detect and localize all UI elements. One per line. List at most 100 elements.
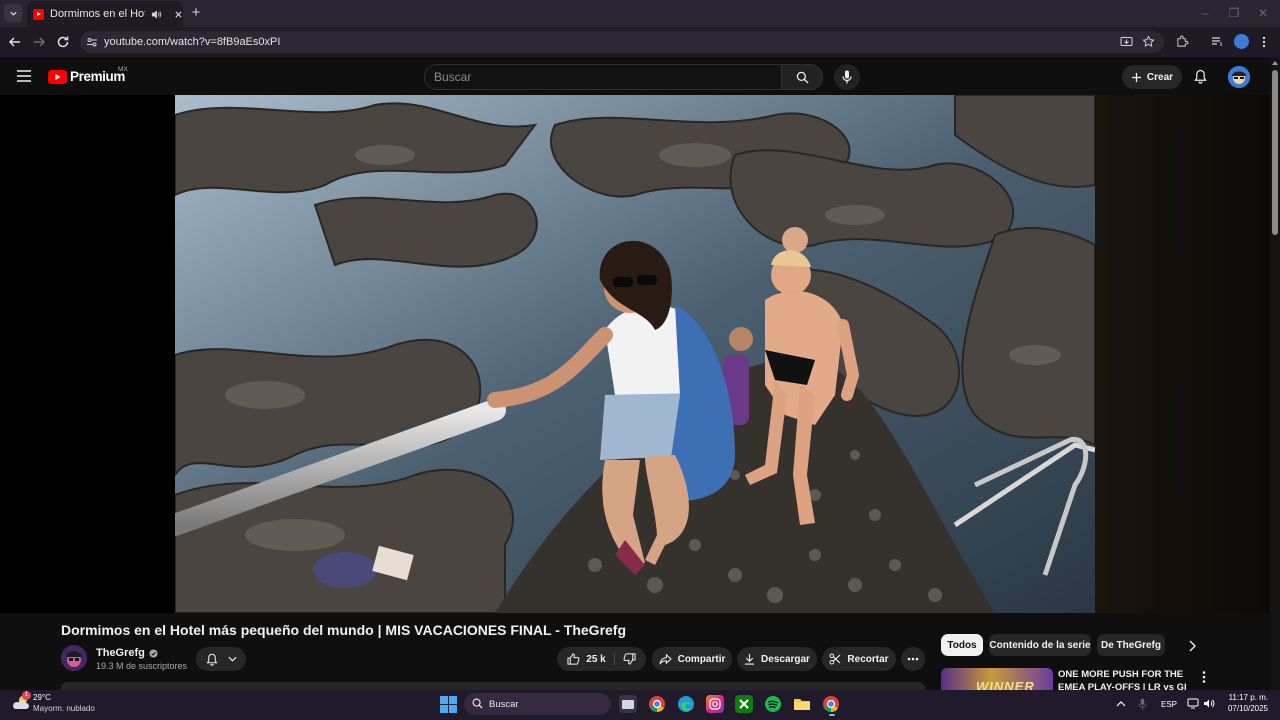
subscription-notifications-button[interactable] [196, 647, 246, 671]
extensions-puzzle-icon[interactable] [1176, 35, 1189, 48]
video-title: Dormimos en el Hotel más pequeño del mun… [61, 622, 627, 638]
file-explorer-icon[interactable] [793, 695, 811, 713]
search-icon [796, 71, 809, 84]
windows-start-icon[interactable] [440, 696, 457, 713]
more-vertical-icon[interactable] [1198, 670, 1210, 684]
back-arrow-icon[interactable] [7, 34, 23, 50]
youtube-premium-logo[interactable]: Premium [48, 69, 125, 84]
logo-text: Premium [70, 69, 125, 84]
share-button[interactable]: Compartir [652, 647, 732, 671]
chip-all[interactable]: Todos [941, 634, 983, 656]
active-app-indicator [829, 714, 835, 716]
bell-icon [206, 653, 217, 666]
url-text[interactable]: youtube.com/watch?v=8fB9aEs0xPI [104, 36, 280, 48]
dislike-button[interactable] [621, 653, 636, 665]
xbox-icon[interactable] [735, 695, 753, 713]
new-tab-button[interactable]: + [188, 5, 204, 21]
speaker-icon[interactable] [151, 9, 162, 20]
network-icon[interactable] [1187, 698, 1199, 709]
download-label: Descargar [761, 653, 810, 665]
clock-time[interactable]: 11:17 p. m. [1226, 693, 1268, 702]
show-hidden-icons-icon[interactable] [1116, 700, 1126, 707]
browser-menu-icon[interactable] [1262, 36, 1266, 48]
profile-avatar-icon[interactable] [1234, 34, 1249, 49]
install-app-icon[interactable] [1120, 36, 1133, 48]
plus-icon [1131, 72, 1142, 82]
media-controls-icon[interactable] [1211, 36, 1223, 47]
chip-series-content[interactable]: Contenido de la serie [989, 634, 1091, 656]
like-dislike-group: 25 k [557, 647, 646, 671]
tab-search-button[interactable] [4, 4, 22, 22]
microphone-icon [842, 70, 852, 84]
scroll-up-arrow-icon[interactable] [1271, 60, 1279, 66]
scrollbar-thumb[interactable] [1272, 70, 1278, 235]
input-language[interactable]: ESP [1161, 700, 1177, 709]
notifications-bell-icon[interactable] [1194, 69, 1207, 84]
more-actions-button[interactable] [901, 647, 925, 671]
share-arrow-icon [659, 653, 672, 664]
weather-description: Mayorm. nublado [33, 704, 95, 713]
search-button[interactable] [781, 64, 823, 90]
tab-title: Dormimos en el Hotel más pequeño del mun… [50, 8, 145, 20]
voice-search-button[interactable] [834, 64, 860, 90]
channel-avatar[interactable] [61, 645, 87, 671]
account-avatar-icon [1228, 66, 1250, 88]
browser-tab-active[interactable]: Dormimos en el Hotel más pequeño del mun… [27, 1, 183, 27]
forward-arrow-icon[interactable] [31, 34, 47, 50]
chevron-down-icon [9, 11, 17, 16]
clip-button[interactable]: Recortar [822, 647, 896, 671]
clip-label: Recortar [847, 653, 889, 665]
microphone-tray-icon[interactable] [1138, 698, 1147, 710]
search-input[interactable] [424, 64, 782, 90]
bookmark-star-icon[interactable] [1142, 35, 1155, 48]
site-info-icon[interactable] [86, 36, 98, 48]
taskbar-search-box[interactable] [464, 693, 611, 715]
thumbs-up-icon [567, 653, 580, 665]
reload-icon[interactable] [55, 34, 71, 50]
download-icon [744, 653, 755, 665]
thumbs-down-icon [623, 653, 636, 665]
restore-window-icon[interactable]: ❐ [1227, 6, 1241, 20]
taskbar-search-icon [472, 698, 483, 709]
subscriber-count: 19.3 M de suscriptores [96, 661, 188, 671]
close-window-icon[interactable]: ✕ [1256, 6, 1270, 20]
verified-check-icon [149, 648, 158, 658]
weather-temperature: 29°C [33, 693, 51, 702]
clock-date[interactable]: 07/10/2025 [1226, 704, 1268, 713]
chevron-right-icon[interactable] [1184, 638, 1200, 654]
task-view-icon[interactable] [619, 695, 637, 713]
minimize-window-icon[interactable]: – [1198, 6, 1212, 20]
video-still-image [175, 95, 1095, 613]
create-label: Crear [1146, 71, 1174, 83]
channel-name[interactable]: TheGrefg [96, 647, 145, 659]
instagram-icon[interactable] [706, 695, 724, 713]
region-badge: MX [118, 66, 128, 73]
windows-taskbar [0, 690, 1280, 720]
account-avatar[interactable] [1228, 66, 1250, 88]
chrome-profile-icon[interactable] [822, 695, 840, 713]
chevron-down-icon [227, 656, 237, 662]
weather-badge: 1 [22, 691, 31, 700]
scissors-icon [829, 653, 841, 665]
description-box[interactable] [61, 682, 925, 690]
channel-avatar-icon [61, 645, 87, 671]
create-button[interactable]: Crear [1122, 65, 1182, 89]
close-tab-icon[interactable] [174, 10, 183, 19]
edge-icon[interactable] [677, 695, 695, 713]
ambient-glow [1095, 95, 1270, 613]
chip-from-channel[interactable]: De TheGrefg [1097, 634, 1165, 656]
share-label: Compartir [677, 653, 726, 665]
video-frame[interactable] [175, 95, 1095, 613]
taskbar-search-label: Buscar [489, 699, 519, 710]
weather-widget[interactable]: 1 [11, 691, 31, 713]
youtube-favicon-icon [33, 8, 44, 20]
spotify-icon[interactable] [764, 695, 782, 713]
chrome-icon[interactable] [648, 695, 666, 713]
hamburger-menu-icon[interactable] [17, 70, 31, 82]
channel-name-row[interactable]: TheGrefg [96, 647, 158, 659]
volume-icon[interactable] [1203, 698, 1215, 709]
download-button[interactable]: Descargar [737, 647, 817, 671]
like-button[interactable]: 25 k [567, 653, 615, 665]
search-placeholder: Buscar [434, 70, 472, 84]
more-horizontal-icon [907, 657, 919, 661]
